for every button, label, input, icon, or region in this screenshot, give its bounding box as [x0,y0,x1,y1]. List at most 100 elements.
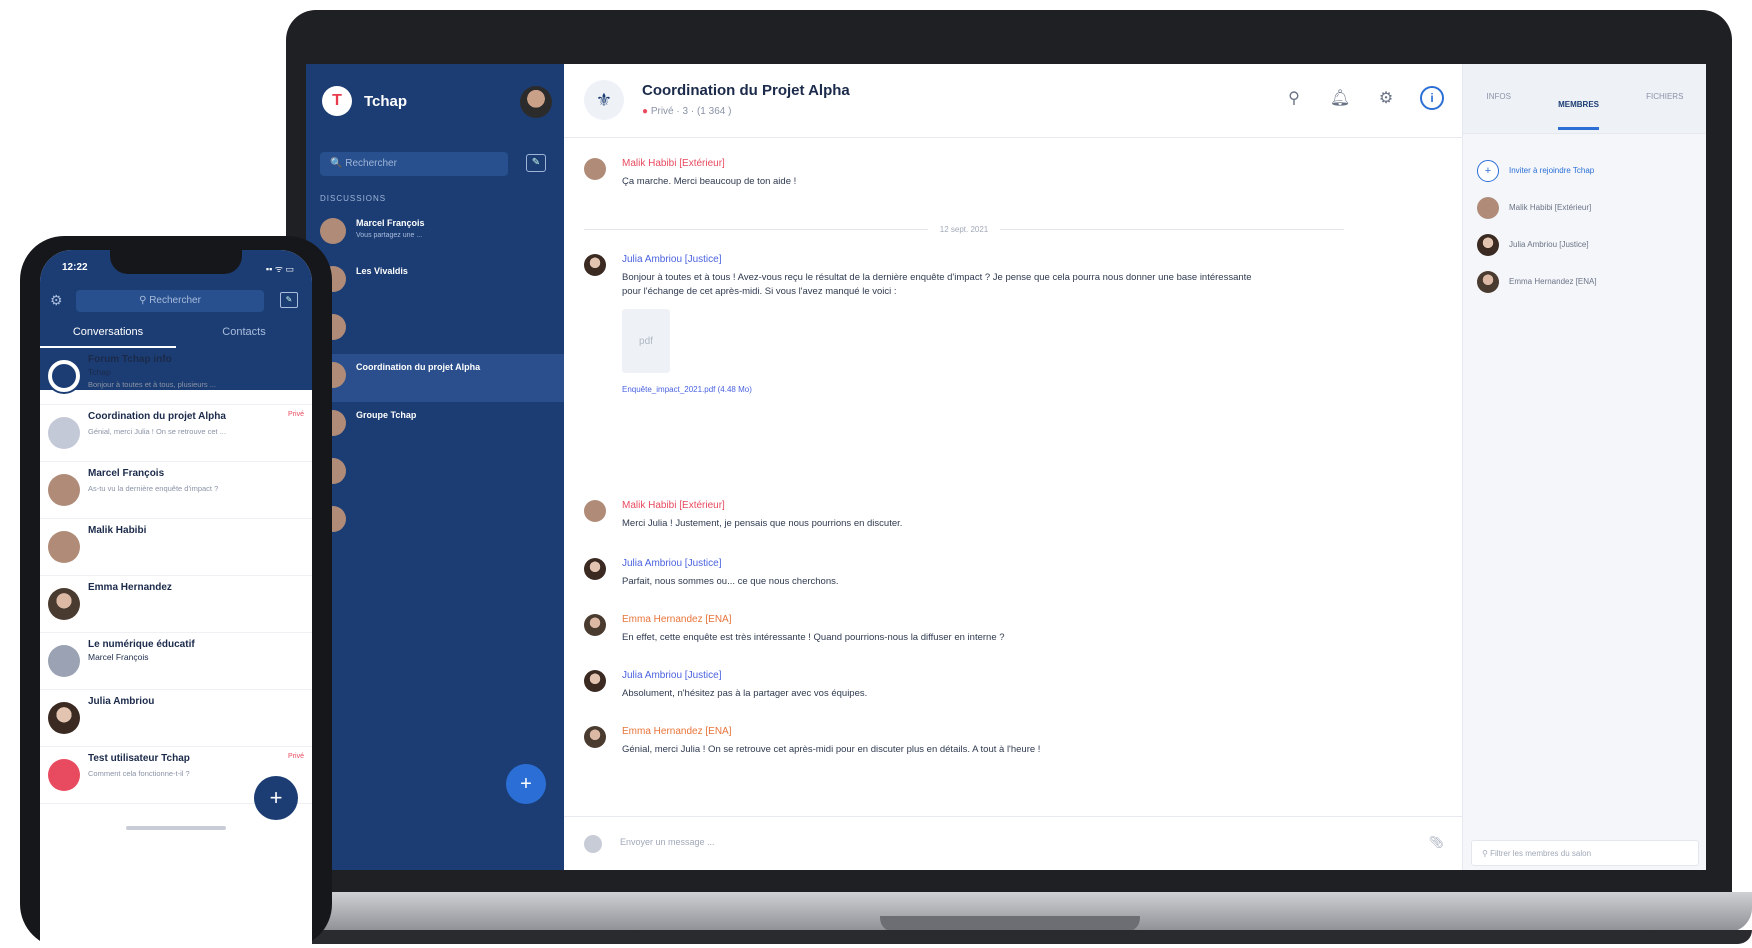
member-name: Malik Habibi [Extérieur] [1509,203,1592,212]
invite-member-item[interactable]: + Inviter à rejoindre Tchap [1477,152,1597,189]
conversation-name: Test utilisateur Tchap [88,753,190,764]
status-icons: ▪▪ ᯤ ▭ [265,264,294,274]
message-text: Parfait, nous sommes ou... ce que nous c… [622,576,839,587]
bell-icon[interactable]: 🔔︎ [1328,86,1352,110]
avatar [48,588,80,620]
avatar [584,670,606,692]
conversation-badge: Privé [288,411,304,418]
sidebar-search-input[interactable]: 🔍 Rechercher [320,152,508,176]
conversation-item-active[interactable]: Coordination du projet Alpha [306,354,564,402]
list-item[interactable]: Marcel François As-tu vu la dernière enqu… [40,462,312,519]
conversation-name: Julia Ambriou [88,696,155,707]
member-filter-input[interactable]: ⚲ Filtrer les membres du salon [1471,840,1699,866]
conversation-sub: Tchap [88,367,111,377]
tab-files[interactable]: FICHIERS [1646,92,1683,105]
member-item[interactable]: Julia Ambriou [Justice] [1477,226,1597,263]
conversation-name: Les Vivaldis [356,266,408,276]
conversation-list: Marcel François Vous partagez une ... Les… [306,210,564,546]
new-chat-button[interactable]: + [506,764,546,804]
list-item[interactable]: Malik Habibi [40,519,312,576]
user-avatar[interactable] [520,86,552,118]
brand-name: Tchap [364,92,408,110]
mobile-search-input[interactable]: ⚲ Rechercher [76,290,264,312]
date-divider-label: 12 sept. 2021 [939,224,989,234]
home-indicator [126,826,226,830]
message-text: Génial, merci Julia ! On se retrouve cet… [622,744,1041,755]
gear-icon[interactable]: ⚙ [1374,86,1398,110]
desktop-app-window: T Tchap 🔍 Rechercher ✎ DISCUSSIONS Marce… [306,64,1706,870]
tab-infos[interactable]: INFOS [1487,92,1511,105]
search-icon[interactable]: ⚲ [1282,86,1306,110]
conversation-name: Groupe Tchap [356,410,417,420]
message: Julia Ambriou [Justice] Parfait, nous som… [584,558,1262,589]
message-author[interactable]: Malik Habibi [Extérieur] [622,158,1262,169]
new-chat-button[interactable]: + [254,776,298,820]
tab-conversations[interactable]: Conversations [40,318,176,348]
list-item[interactable]: Coordination du projet Alpha Génial, merc… [40,405,312,462]
avatar [584,158,606,180]
conversation-name: Coordination du projet Alpha [88,411,226,422]
avatar [1477,270,1499,293]
brand[interactable]: T Tchap [322,86,407,116]
conversation-item[interactable] [306,306,564,354]
message-text: Ça marche. Merci beaucoup de ton aide ! [622,176,797,187]
message: Julia Ambriou [Justice] Bonjour à toutes… [584,254,1262,394]
avatar [320,218,346,244]
message-author[interactable]: Malik Habibi [Extérieur] [622,500,1262,511]
conversation-item[interactable]: Marcel François Vous partagez une ... [306,210,564,258]
conversation-item[interactable] [306,498,564,546]
conversation-item[interactable] [306,450,564,498]
gear-icon[interactable]: ⚙ [50,292,63,309]
member-item[interactable]: Malik Habibi [Extérieur] [1477,189,1597,226]
conversation-item[interactable]: Groupe Tchap [306,402,564,450]
mobile-tabs: Conversations Contacts [40,318,312,348]
avatar [584,614,606,636]
avatar [48,474,80,506]
new-conversation-icon[interactable]: ✎ [526,154,546,172]
message-text: Bonjour à toutes et à tous ! Avez-vous r… [622,272,1252,297]
pdf-attachment-icon[interactable]: pdf [622,309,670,373]
message-author[interactable]: Julia Ambriou [Justice] [622,254,1262,265]
message-author[interactable]: Julia Ambriou [Justice] [622,558,1262,569]
sidebar: T Tchap 🔍 Rechercher ✎ DISCUSSIONS Marce… [306,64,564,870]
search-placeholder: Rechercher [345,158,397,169]
avatar [48,645,80,677]
attach-icon[interactable]: 📎︎ [1429,835,1444,849]
conversation-sub: Marcel François [88,652,149,662]
member-item[interactable]: Emma Hernandez [ENA] [1477,263,1597,300]
message-author[interactable]: Emma Hernandez [ENA] [622,614,1262,625]
list-item[interactable]: Forum Tchap info Tchap Bonjour à toutes et… [40,348,312,405]
avatar [48,702,80,734]
member-name: Emma Hernandez [ENA] [1509,277,1597,286]
list-item[interactable]: Le numérique éducatif Marcel François [40,633,312,690]
new-conversation-icon[interactable]: ✎ [280,292,298,308]
conversation-name: Marcel François [88,468,165,479]
conversation-name: Coordination du projet Alpha [356,362,481,372]
message-author[interactable]: Julia Ambriou [Justice] [622,670,1262,681]
status-time: 12:22 [62,262,88,273]
avatar [584,558,606,580]
chat-panel: ⚜ Coordination du Projet Alpha ● Privé ·… [564,64,1462,870]
list-item[interactable]: Emma Hernandez [40,576,312,633]
member-name: Julia Ambriou [Justice] [1509,240,1589,249]
message: Julia Ambriou [Justice] Absolument, n'hés… [584,670,1262,701]
tab-members[interactable]: MEMBRES [1558,100,1599,130]
conversation-name: Marcel François [356,218,425,228]
mobile-app-screen: 12:22 ▪▪ ᯤ ▭ ⚙ ⚲ Rechercher ✎ Conversati… [40,250,312,948]
message-author[interactable]: Emma Hernandez [ENA] [622,726,1262,737]
filter-placeholder: Filtrer les membres du salon [1490,849,1592,858]
room-members-info: · 3 · (1 364 ) [676,106,732,117]
tab-contacts[interactable]: Contacts [176,318,312,348]
attachment-name[interactable]: Enquête_impact_2021.pdf (4.48 Mo) [622,385,1262,394]
laptop-base-bottom [250,930,1752,944]
avatar [584,254,606,276]
list-item[interactable]: Julia Ambriou [40,690,312,747]
emoji-icon[interactable] [584,835,602,853]
private-dot-icon: ● [642,106,649,117]
message: Malik Habibi [Extérieur] Ça marche. Merci… [584,158,1262,189]
conversation-item[interactable]: Les Vivaldis [306,258,564,306]
room-status: Privé [650,106,674,117]
avatar [584,500,606,522]
message-input[interactable]: Envoyer un message ... [620,837,715,847]
info-icon[interactable]: i [1420,86,1444,110]
